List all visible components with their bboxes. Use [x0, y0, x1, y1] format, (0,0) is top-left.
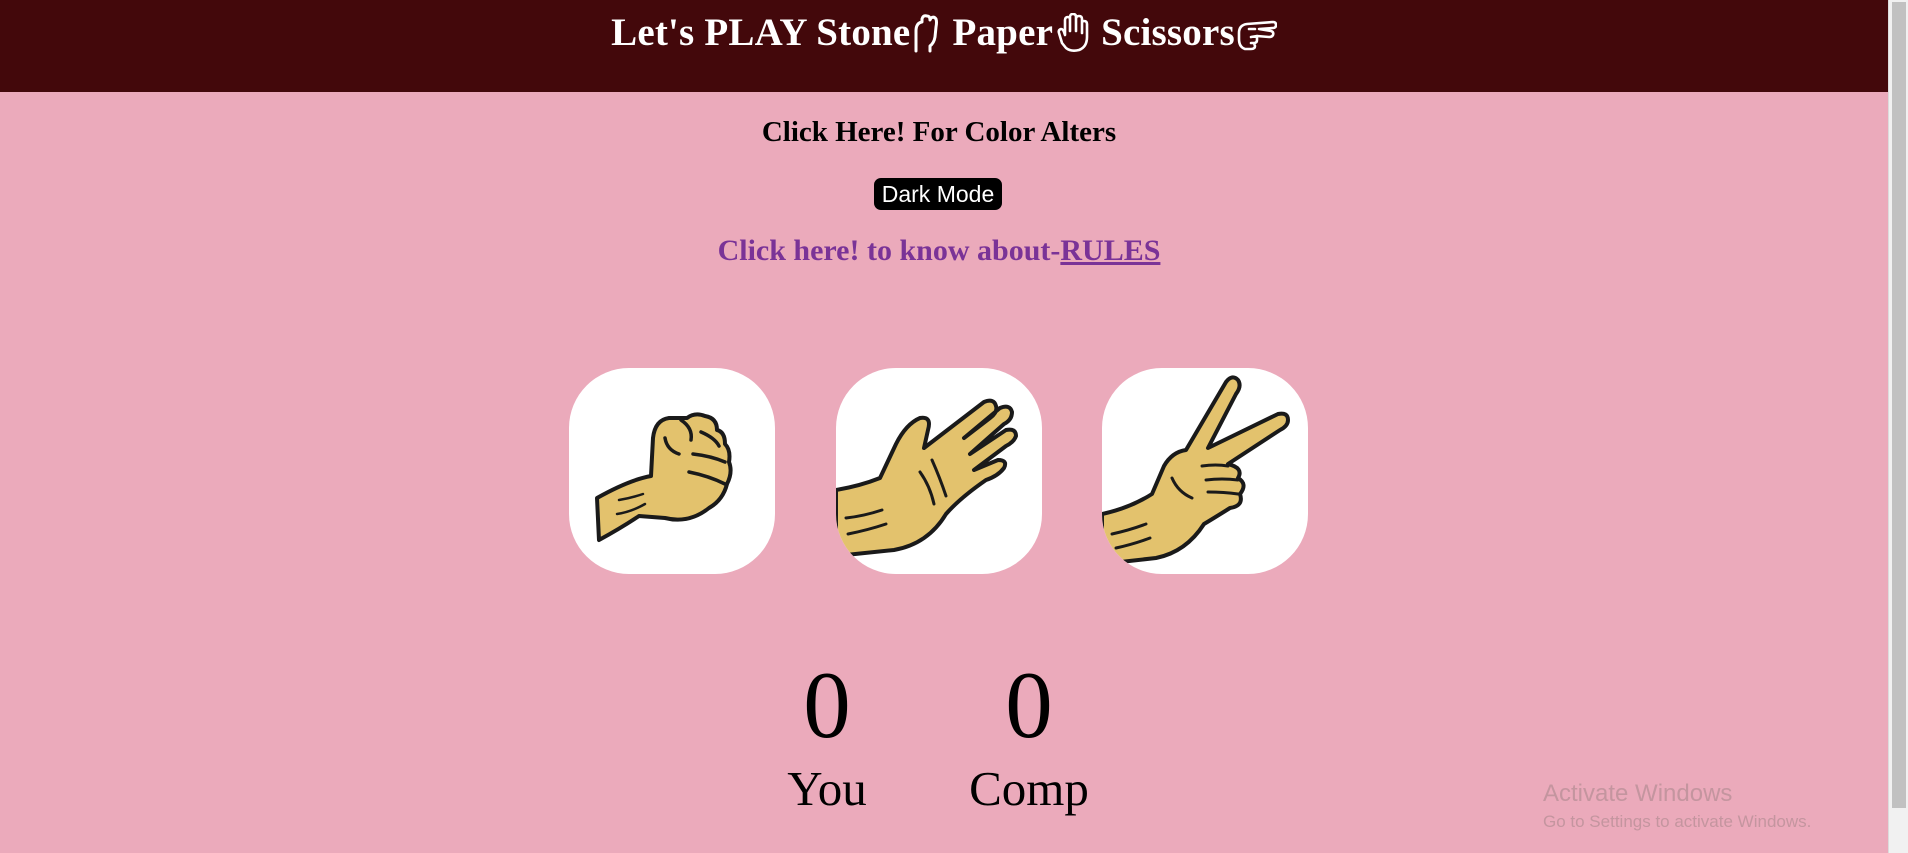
- scrollbar-thumb[interactable]: [1892, 2, 1906, 808]
- page-header: Let's PLAY Stone Paper Scissors: [0, 0, 1888, 92]
- title-text-paper: Paper: [952, 11, 1054, 54]
- raised-hand-icon: [1057, 12, 1089, 52]
- victory-hand-icon: [1237, 20, 1277, 50]
- browser-viewport: Let's PLAY Stone Paper Scissors Click He…: [0, 0, 1888, 853]
- comp-score-label: Comp: [969, 761, 1089, 816]
- user-score-value: 0: [803, 652, 851, 758]
- vertical-scrollbar[interactable]: [1888, 0, 1908, 853]
- activate-windows-watermark: Activate Windows Go to Settings to activ…: [1543, 780, 1811, 832]
- title-text-scissors: Scissors: [1101, 11, 1235, 54]
- scissors-choice[interactable]: [1102, 368, 1308, 574]
- comp-score-block: 0 Comp: [929, 655, 1129, 817]
- title-text-stone: Let's PLAY Stone: [611, 11, 911, 54]
- user-score-label: You: [787, 761, 867, 816]
- rules-line: Click here! to know about-RULES: [0, 234, 1878, 268]
- paper-hand-icon: [836, 398, 1018, 558]
- dark-mode-button[interactable]: Dark Mode: [874, 178, 1002, 210]
- rules-prefix: Click here! to know about-: [717, 234, 1061, 267]
- rock-fist-icon: [595, 412, 733, 542]
- watermark-subtitle: Go to Settings to activate Windows.: [1543, 812, 1812, 831]
- rules-link[interactable]: RULES: [1060, 234, 1160, 267]
- scissors-hand-icon: [1102, 375, 1290, 566]
- color-alter-heading: Click Here! For Color Alters: [761, 116, 1117, 148]
- watermark-title: Activate Windows: [1543, 780, 1733, 807]
- rock-choice[interactable]: [569, 368, 775, 574]
- paper-choice[interactable]: [836, 368, 1042, 574]
- user-score-block: 0 You: [727, 655, 927, 817]
- page-title: Let's PLAY Stone Paper Scissors: [611, 10, 1277, 55]
- raised-fist-icon: [914, 13, 939, 52]
- comp-score-value: 0: [1005, 652, 1053, 758]
- page: Let's PLAY Stone Paper Scissors Click He…: [0, 0, 1908, 853]
